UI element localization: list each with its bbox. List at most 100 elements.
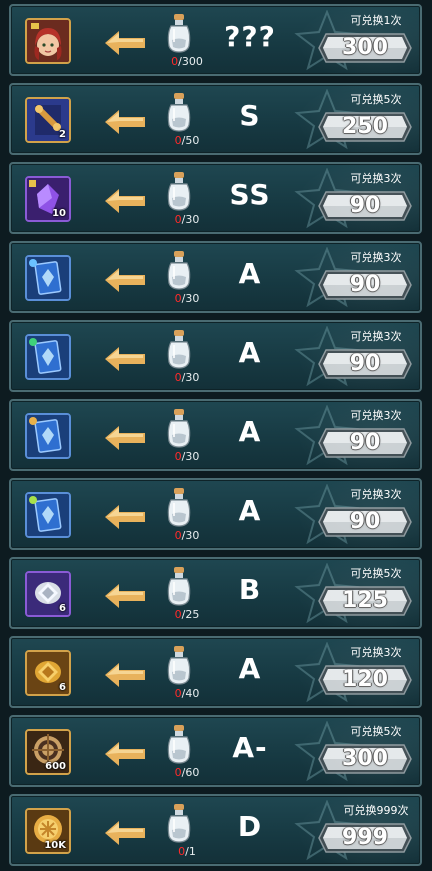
item-slot[interactable]: 10 <box>25 176 71 222</box>
price-value: 90 <box>349 193 381 218</box>
exchange-row[interactable]: 6 0/25 B 可兑换5次 125 <box>9 557 422 629</box>
item-count: 6 <box>59 603 66 614</box>
item-count: 600 <box>45 761 66 772</box>
grade-label: S <box>239 99 261 132</box>
grade-label: B <box>238 573 262 606</box>
progress-total: /50 <box>181 134 200 147</box>
exchange-price-button[interactable]: 90 <box>318 270 412 300</box>
blue-card-icon <box>27 257 69 299</box>
item-slot[interactable] <box>25 18 71 64</box>
item-slot[interactable]: 10K <box>25 808 71 854</box>
item-slot[interactable] <box>25 413 71 459</box>
item-slot[interactable]: 6 <box>25 571 71 617</box>
exchange-row[interactable]: 2 0/50 S 可兑换5次 250 <box>9 83 422 155</box>
progress-current: 0 <box>174 213 182 226</box>
arrow-left-icon <box>105 189 145 213</box>
potion-bottle-icon <box>167 172 191 211</box>
exchange-row[interactable]: 0/30 A 可兑换3次 90 <box>9 320 422 392</box>
potion-bottle-icon <box>167 251 191 290</box>
grade-label: SS <box>229 178 271 211</box>
progress-total: /30 <box>181 371 200 384</box>
blue-card-lime-gem-icon <box>27 494 69 536</box>
grade-label: A- <box>232 731 268 764</box>
arrow-left-icon <box>105 347 145 371</box>
price-value: 90 <box>349 272 381 297</box>
star-decoration-icon <box>294 721 360 782</box>
price-value: 999 <box>342 825 388 850</box>
arrow-left-icon <box>105 268 145 292</box>
progress-current: 0 <box>174 687 182 700</box>
progress-total: /30 <box>181 529 200 542</box>
progress-current: 0 <box>174 450 182 463</box>
potion-bottle-icon <box>167 409 191 448</box>
blue-card-green-gem-icon <box>27 336 69 378</box>
item-count: 10K <box>44 840 66 851</box>
exchange-limit-label: 可兑换3次 <box>350 488 402 501</box>
progress-counter: 0/50 <box>163 134 211 147</box>
hero-portrait-icon <box>27 20 69 62</box>
progress-total: /40 <box>181 687 200 700</box>
exchange-price-button[interactable]: 300 <box>318 33 412 63</box>
exchange-row[interactable]: 10 0/30 SS 可兑换3次 90 <box>9 162 422 234</box>
exchange-list: 0/300??? 可兑换1次 300 2 0/50 S 可兑换5次 250 10 0/30 SS 可兑… <box>0 0 432 871</box>
exchange-row[interactable]: 0/30 A 可兑换3次 90 <box>9 241 422 313</box>
progress-counter: 0/30 <box>163 529 211 542</box>
progress-total: /60 <box>181 766 200 779</box>
star-decoration-icon <box>294 405 360 466</box>
arrow-left-icon <box>105 110 145 134</box>
exchange-limit-label: 可兑换5次 <box>350 93 402 106</box>
exchange-price-button[interactable]: 90 <box>318 428 412 458</box>
blue-card-gold-gem-icon <box>27 415 69 457</box>
progress-current: 0 <box>174 608 182 621</box>
exchange-limit-label: 可兑换3次 <box>350 409 402 422</box>
exchange-price-button[interactable]: 120 <box>318 665 412 695</box>
exchange-row[interactable]: 0/30 A 可兑换3次 90 <box>9 399 422 471</box>
item-slot[interactable]: 6 <box>25 650 71 696</box>
progress-counter: 0/30 <box>163 292 211 305</box>
item-slot[interactable] <box>25 334 71 380</box>
exchange-price-button[interactable]: 300 <box>318 744 412 774</box>
grade-label: ??? <box>224 20 276 53</box>
exchange-price-button[interactable]: 999 <box>318 823 412 853</box>
price-value: 120 <box>342 667 388 692</box>
item-slot[interactable] <box>25 492 71 538</box>
exchange-row[interactable]: 0/300??? 可兑换1次 300 <box>9 4 422 76</box>
progress-current: 0 <box>174 766 182 779</box>
price-value: 90 <box>349 351 381 376</box>
exchange-price-button[interactable]: 90 <box>318 349 412 379</box>
progress-total: /25 <box>181 608 200 621</box>
item-slot[interactable]: 2 <box>25 97 71 143</box>
exchange-price-button[interactable]: 250 <box>318 112 412 142</box>
grade-label: D <box>237 810 263 843</box>
price-value: 125 <box>342 588 388 613</box>
progress-counter: 0/30 <box>163 450 211 463</box>
progress-total: /300 <box>178 55 203 68</box>
progress-counter: 0/30 <box>163 371 211 384</box>
potion-bottle-icon <box>167 567 191 606</box>
arrow-left-icon <box>105 821 145 845</box>
star-decoration-icon <box>294 800 360 861</box>
price-value: 300 <box>342 35 388 60</box>
exchange-limit-label: 可兑换3次 <box>350 646 402 659</box>
exchange-row[interactable]: 0/30 A 可兑换3次 90 <box>9 478 422 550</box>
arrow-left-icon <box>105 505 145 529</box>
item-slot[interactable] <box>25 255 71 301</box>
exchange-price-button[interactable]: 90 <box>318 191 412 221</box>
potion-bottle-icon <box>167 488 191 527</box>
exchange-price-button[interactable]: 90 <box>318 507 412 537</box>
item-count: 6 <box>59 682 66 693</box>
item-slot[interactable]: 600 <box>25 729 71 775</box>
star-decoration-icon <box>294 484 360 545</box>
exchange-row[interactable]: 6 0/40 A 可兑换3次 120 <box>9 636 422 708</box>
arrow-left-icon <box>105 742 145 766</box>
exchange-limit-label: 可兑换3次 <box>350 330 402 343</box>
exchange-price-button[interactable]: 125 <box>318 586 412 616</box>
star-decoration-icon <box>294 642 360 703</box>
exchange-row[interactable]: 600 0/60 A- 可兑换5次 300 <box>9 715 422 787</box>
exchange-row[interactable]: 10K 0/1 D 可兑换999次 999 <box>9 794 422 866</box>
potion-bottle-icon <box>167 725 191 764</box>
price-value: 90 <box>349 509 381 534</box>
progress-total: /30 <box>181 292 200 305</box>
progress-counter: 0/30 <box>163 213 211 226</box>
item-count: 2 <box>59 129 66 140</box>
